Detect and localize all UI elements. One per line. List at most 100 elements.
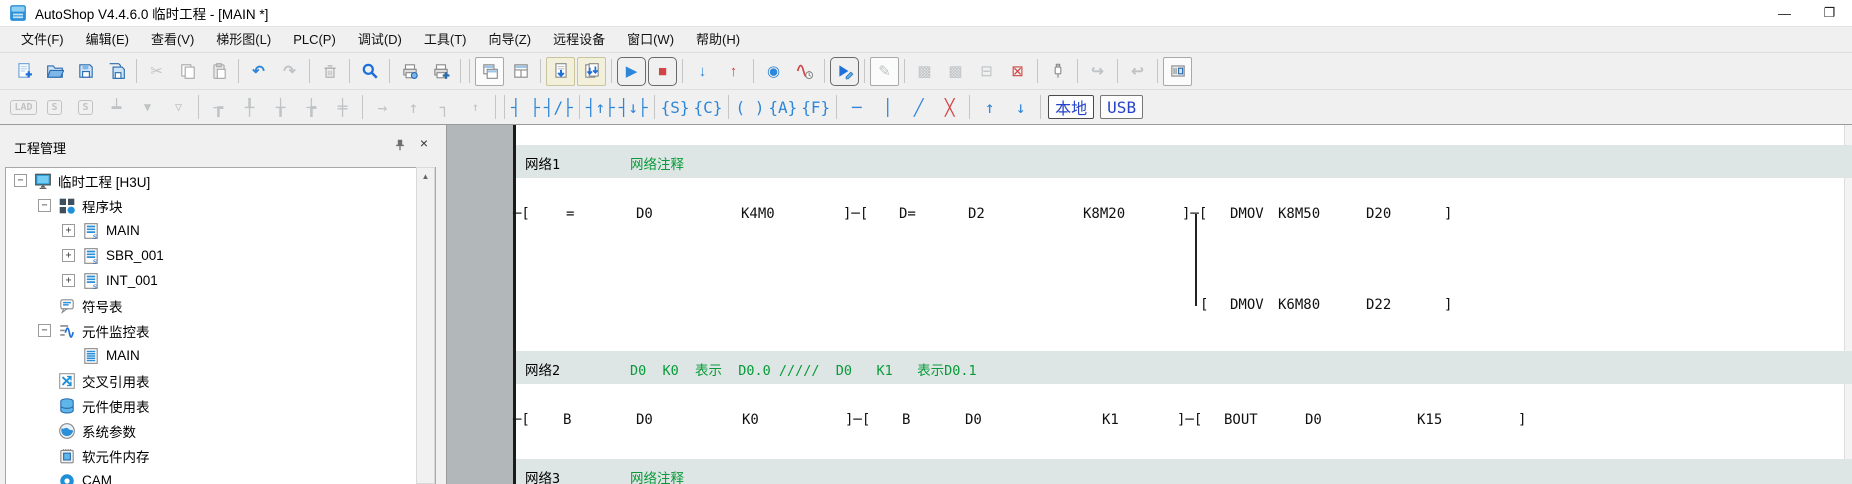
menu-item-8[interactable]: 向导(Z) [477,29,542,51]
save-all-button[interactable] [102,57,131,86]
monitor-button[interactable]: ◉ [759,57,788,86]
reset-coil-button[interactable]: {C} [693,93,724,122]
ladder-cell[interactable]: [ [1200,298,1208,313]
rail-edit-3-button[interactable]: ╁ [266,93,295,122]
copy-button[interactable] [173,57,202,86]
simulate-run-button[interactable] [830,57,859,86]
tree-item-main[interactable]: +sMAIN [6,218,435,243]
sfc-transition-button[interactable]: S [71,93,100,122]
ladder-cell[interactable]: D2 [968,207,985,222]
sfc-step-button[interactable]: S [40,93,69,122]
ladder-cell[interactable]: K6M80 [1278,298,1320,313]
tree-item-程序块[interactable]: −程序块 [6,193,435,218]
compile-all-button[interactable] [577,57,606,86]
line-up-button[interactable]: ↑ [975,93,1004,122]
rail-edit-5-button[interactable]: ╪ [328,93,357,122]
menu-item-3[interactable]: 查看(V) [140,29,205,51]
ladder-cell[interactable]: D0 [965,413,982,428]
ladder-cell[interactable]: DMOV [1230,298,1264,313]
memory-card-button[interactable] [1163,57,1192,86]
ladder-cell[interactable]: D= [899,207,916,222]
pin-icon[interactable] [392,137,408,153]
ladder-cell[interactable]: ─[ [513,413,530,428]
print-button[interactable] [395,57,424,86]
tree-item-元件使用表[interactable]: 元件使用表 [6,393,435,418]
minimize-button[interactable]: — [1762,0,1807,26]
tree-item-main[interactable]: MAIN [6,343,435,368]
ladder-cell[interactable]: B [902,413,910,428]
menu-item-11[interactable]: 帮助(H) [685,29,751,51]
collapse-icon[interactable]: − [14,174,27,187]
branch-down-button[interactable]: ┷ [102,93,131,122]
tree-item-交叉引用表[interactable]: 交叉引用表 [6,368,435,393]
delete-line-button[interactable]: ╱ [904,93,933,122]
ladder-scrollbar[interactable] [1844,125,1852,484]
ladder-cell[interactable]: ] [1444,207,1452,222]
ladder-cell[interactable]: K0 [742,413,759,428]
run-plc-button[interactable]: ▶ [617,57,646,86]
rail-edit-4-button[interactable]: ╆ [297,93,326,122]
zoom-grid-button[interactable]: ▩ [910,57,939,86]
lad-mode-button[interactable]: LAD [9,93,38,122]
menu-item-2[interactable]: 编辑(E) [75,29,140,51]
ladder-cell[interactable]: DMOV [1230,207,1264,222]
close-panel-icon[interactable]: × [416,135,432,151]
find-button[interactable] [355,57,384,86]
expand-icon[interactable]: + [62,274,75,287]
local-connect-button[interactable]: 本地 [1048,95,1094,119]
h-line-button[interactable]: ─ [842,93,871,122]
jump-into-button[interactable]: ↪ [1083,57,1112,86]
ladder-cell[interactable]: D0 [1305,413,1322,428]
ladder-cell[interactable]: K8M50 [1278,207,1320,222]
insert-row-button[interactable]: ▼ [133,93,162,122]
delete-network-button[interactable]: ⊠ [1003,57,1032,86]
rail-edit-1-button[interactable]: ┲ [204,93,233,122]
print-preview-button[interactable] [426,57,455,86]
new-file-button[interactable] [9,57,38,86]
collapse-icon[interactable]: − [38,324,51,337]
menu-item-10[interactable]: 窗口(W) [616,29,685,51]
cascade-windows-button[interactable] [475,57,504,86]
ladder-cell[interactable]: K8M20 [1083,207,1125,222]
ladder-cell[interactable]: ]─[ [845,413,870,428]
ladder-cell[interactable]: D0 [636,207,653,222]
network-header-2[interactable]: 网络2D0 K0 表示 D0.0 ///// D0 K1 表示D0.1 [516,351,1852,384]
tree-item-软元件内存[interactable]: 软元件内存 [6,443,435,468]
network-header-1[interactable]: 网络1网络注释 [516,145,1852,178]
ladder-cell[interactable]: ] [1518,413,1526,428]
cut-button[interactable]: ✂ [142,57,171,86]
save-button[interactable] [71,57,100,86]
ladder-cell[interactable]: ]─[ [1177,413,1202,428]
undo-button[interactable]: ↶ [244,57,273,86]
insert-network-button[interactable]: ⊟ [972,57,1001,86]
contact-closed-button[interactable]: ┤/├ [543,93,574,122]
tree-item-元件监控表[interactable]: −元件监控表 [6,318,435,343]
maximize-button[interactable]: ❐ [1807,0,1852,26]
arrow-up-small-button[interactable]: ↑ [461,93,490,122]
upload-button[interactable]: ↑ [719,57,748,86]
menu-item-6[interactable]: 调试(D) [347,29,413,51]
ladder-cell[interactable]: ] [1444,298,1452,313]
tile-windows-button[interactable] [506,57,535,86]
ladder-cell[interactable]: ]─[ [843,207,868,222]
set-coil-button[interactable]: {S} [660,93,691,122]
rail-edit-2-button[interactable]: ╀ [235,93,264,122]
usb-device-button[interactable] [1043,57,1072,86]
network-header-3[interactable]: 网络3网络注释 [516,459,1852,484]
tree-scrollbar[interactable]: ▲ [416,167,435,484]
tree-item-系统参数[interactable]: 系统参数 [6,418,435,443]
delete-vline-button[interactable]: ╳ [935,93,964,122]
expand-icon[interactable]: + [62,249,75,262]
ladder-cell[interactable]: K4M0 [741,207,775,222]
tree-item-临时工程-h3u-[interactable]: −临时工程 [H3U] [6,168,435,193]
ladder-cell[interactable]: D0 [636,413,653,428]
contact-open-button[interactable]: ┤ ├ [510,93,541,122]
arrow-right-button[interactable]: → [368,93,397,122]
tree-item-符号表[interactable]: 符号表 [6,293,435,318]
edit-mode-button[interactable]: ✎ [870,57,899,86]
output-coil-button[interactable]: ( ) [734,93,765,122]
download-button[interactable]: ↓ [688,57,717,86]
ladder-cell[interactable]: BOUT [1224,413,1258,428]
menu-item-1[interactable]: 文件(F) [10,29,75,51]
delete-button[interactable] [315,57,344,86]
